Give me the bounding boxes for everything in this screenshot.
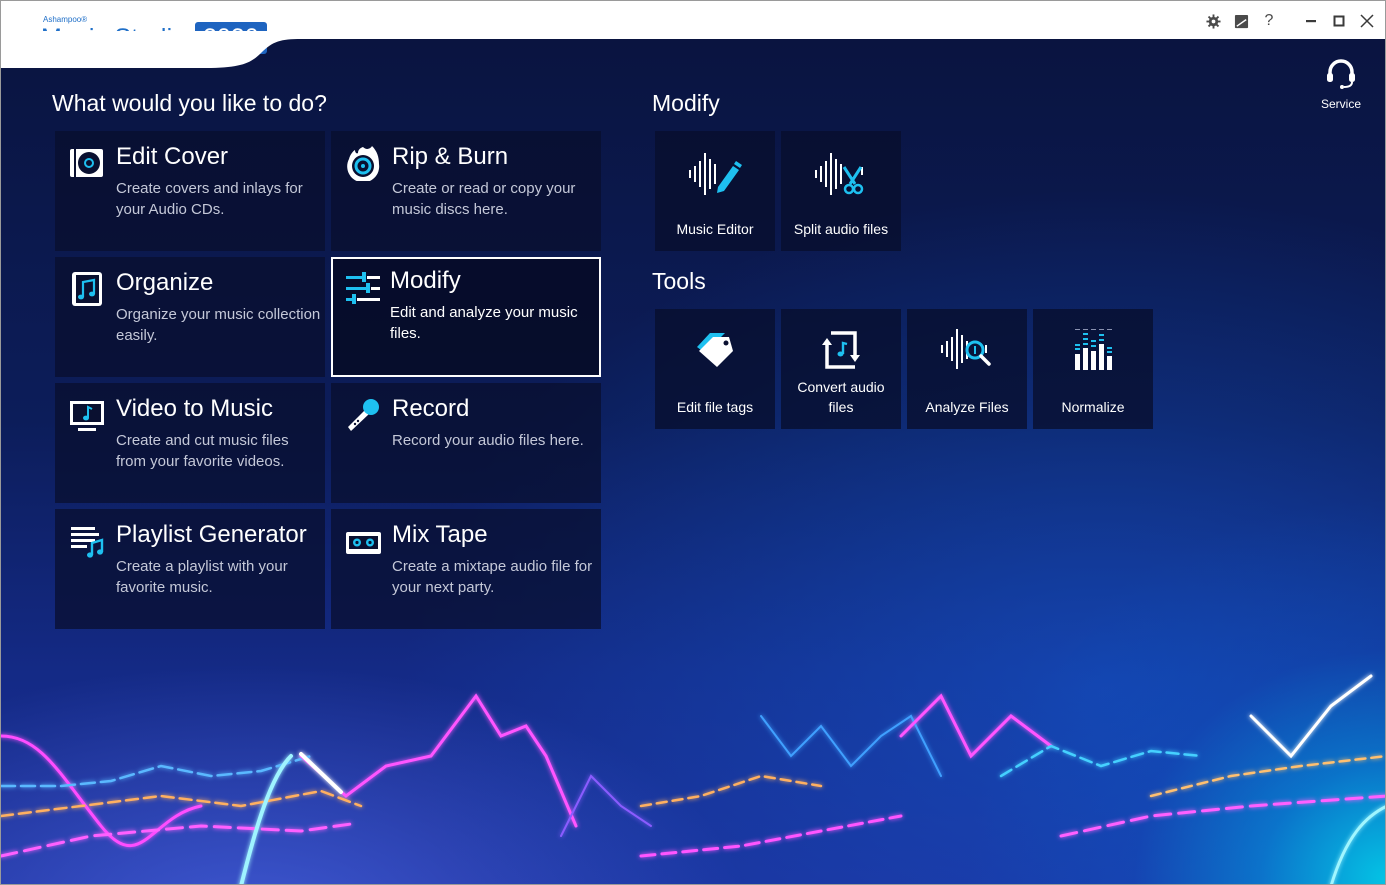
maximize-button[interactable] [1325, 9, 1353, 33]
minimize-button[interactable] [1297, 9, 1325, 33]
tile-title: Edit Cover [116, 143, 229, 170]
tag-icon [697, 333, 733, 367]
music-editor-button[interactable]: Music Editor [655, 131, 775, 251]
title-wave-decoration [1, 31, 301, 68]
tool-label: Music Editor [676, 221, 754, 237]
tile-description: Create and cut music files from your fav… [116, 432, 289, 470]
gear-icon [1205, 13, 1221, 29]
tile-organize[interactable]: Organize Organize your music collection … [55, 257, 325, 377]
tile-description: Create a playlist with your favorite mus… [116, 558, 288, 596]
tools-heading: Tools [652, 268, 706, 294]
tile-title: Record [392, 395, 470, 422]
tile-description: Create or read or copy your music discs … [392, 180, 576, 218]
window-controls: ? [1199, 9, 1381, 33]
microphone-icon [348, 399, 379, 431]
burning-disc-icon [347, 146, 380, 181]
tile-title: Modify [390, 267, 461, 294]
tile-modify[interactable]: Modify Edit and analyze your music files… [331, 257, 601, 377]
cd-cover-icon [70, 149, 103, 177]
tile-mix-tape[interactable]: Mix Tape Create a mixtape audio file for… [331, 509, 601, 629]
tool-label-line1: Convert audio [797, 379, 885, 395]
normalize-button[interactable]: Normalize [1033, 309, 1153, 429]
waveform-magnifier-icon [941, 329, 991, 369]
waveform-scissors-icon [815, 153, 864, 195]
monitor-music-icon [70, 401, 104, 431]
tile-edit-cover[interactable]: Edit Cover Create covers and inlays for … [55, 131, 325, 251]
skin-button[interactable] [1227, 9, 1255, 33]
tool-label: Split audio files [793, 221, 889, 237]
tile-title: Mix Tape [392, 521, 488, 548]
convert-audio-files-button[interactable]: Convert audio files [781, 309, 901, 429]
music-book-icon [72, 272, 102, 306]
tile-description: Create covers and inlays for your Audio … [116, 180, 303, 218]
convert-icon [822, 331, 860, 369]
tile-description: Record your audio files here. [392, 432, 584, 449]
app-window: Ashampoo® Music Studio 2020 ? [0, 0, 1386, 885]
tile-playlist-generator[interactable]: Playlist Generator Create a playlist wit… [55, 509, 325, 629]
close-icon [1360, 14, 1374, 28]
service-button[interactable]: Service [1311, 56, 1371, 111]
brand-company: Ashampoo® [43, 15, 88, 24]
tile-record[interactable]: Record Record your audio files here. [331, 383, 601, 503]
cassette-icon [346, 532, 381, 554]
equalizer-icon [1075, 329, 1112, 370]
maximize-icon [1333, 15, 1345, 27]
split-audio-files-button[interactable]: Split audio files [781, 131, 901, 251]
main-heading: What would you like to do? [52, 90, 327, 116]
sliders-icon [346, 272, 380, 304]
headset-icon [1327, 59, 1355, 89]
tile-description: Organize your music collection easily. [116, 306, 321, 344]
tile-title: Playlist Generator [116, 521, 307, 548]
help-button[interactable]: ? [1255, 9, 1283, 33]
tool-label: Edit file tags [676, 399, 754, 415]
playlist-icon [71, 527, 104, 558]
tile-title: Organize [116, 269, 214, 296]
tile-rip-burn[interactable]: Rip & Burn Create or read or copy your m… [331, 131, 601, 251]
waveform-pencil-icon [689, 153, 742, 195]
service-label: Service [1320, 97, 1361, 111]
question-icon: ? [1264, 12, 1274, 29]
tile-description: Create a mixtape audio file for your nex… [392, 558, 593, 596]
tool-label: Analyze Files [925, 399, 1009, 415]
minimize-icon [1306, 20, 1316, 23]
tile-description: Edit and analyze your music files. [390, 304, 578, 342]
modify-heading: Modify [652, 90, 720, 116]
tile-video-to-music[interactable]: Video to Music Create and cut music file… [55, 383, 325, 503]
skin-icon [1234, 14, 1248, 28]
edit-file-tags-button[interactable]: Edit file tags [655, 309, 775, 429]
neon-waves-decoration [1, 674, 1385, 884]
settings-button[interactable] [1199, 9, 1227, 33]
tile-title: Video to Music [116, 395, 273, 422]
tool-label-line2: files [828, 399, 854, 415]
tool-label: Normalize [1061, 399, 1125, 415]
analyze-files-button[interactable]: Analyze Files [907, 309, 1027, 429]
close-button[interactable] [1353, 9, 1381, 33]
tile-title: Rip & Burn [392, 143, 509, 170]
